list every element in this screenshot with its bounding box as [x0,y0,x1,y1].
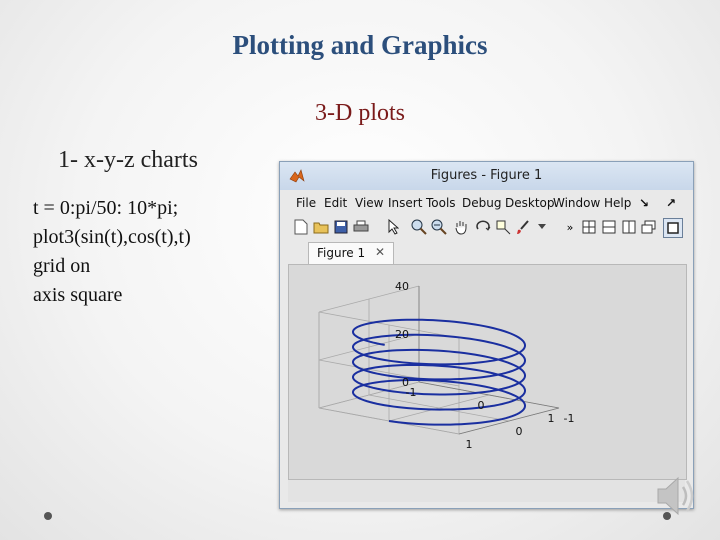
menu-file[interactable]: File [296,196,316,210]
tab-label: Figure 1 [317,246,366,260]
code-line: axis square [33,284,123,306]
menu-bar: File Edit View Insert Tools Debug Deskto… [280,193,693,213]
figure-window: Figures - Figure 1 File Edit View Insert… [279,161,694,509]
code-line: grid on [33,255,91,277]
zoom-in-icon[interactable] [410,218,428,236]
z-tick-label: 20 [395,328,409,341]
code-line: t = 0:pi/50: 10*pi; [33,197,179,219]
plot3-chart[interactable]: 02040-101 -101 [289,265,686,479]
slide-title: Plotting and Graphics [232,30,488,60]
tile-grid-icon[interactable] [580,218,598,236]
code-line: plot3(sin(t),cos(t),t) [33,226,191,248]
tab-figure-1[interactable]: Figure 1 ✕ [308,242,394,265]
x-tick-label: -1 [406,386,417,399]
plot-area: 0 20 40 -1 0 1 -1 0 1 [288,264,687,480]
x-tick-label: 0 [478,399,485,412]
menu-insert[interactable]: Insert [388,196,422,210]
brush-dropdown-icon[interactable] [536,218,548,236]
tile-horizontal-icon[interactable] [600,218,618,236]
x-tick-label: 1 [548,412,555,425]
data-cursor-icon[interactable] [494,218,512,236]
open-folder-icon[interactable] [312,218,330,236]
new-figure-icon[interactable] [292,218,310,236]
zoom-out-icon[interactable] [430,218,448,236]
y-tick-label: 0 [516,425,523,438]
figure-toolbar: » [280,215,693,240]
slide-bullet-dot [44,512,52,520]
pan-hand-icon[interactable] [452,218,470,236]
helix-series-line [351,318,527,426]
dock-arrow-icon[interactable]: ↘ [639,196,649,210]
float-window-icon[interactable] [640,218,658,236]
slide-subtitle: 3-D plots [315,100,405,126]
menu-window[interactable]: Window [553,196,600,210]
pointer-arrow-icon[interactable] [384,218,402,236]
code-block: t = 0:pi/50: 10*pi; plot3(sin(t),cos(t),… [33,194,191,310]
menu-debug[interactable]: Debug [462,196,501,210]
figure-tab-bar: Figure 1 ✕ [288,242,685,265]
y-tick-label: -1 [564,412,575,425]
maximize-tab-icon[interactable] [663,218,683,238]
z-tick-label: 40 [395,280,409,293]
menu-view[interactable]: View [355,196,383,210]
save-icon[interactable] [332,218,350,236]
close-icon[interactable]: ✕ [375,245,385,259]
brush-icon[interactable] [514,218,532,236]
menu-desktop[interactable]: Desktop [505,196,555,210]
tile-vertical-icon[interactable] [620,218,638,236]
rotate-3d-icon[interactable] [474,218,492,236]
grid-line [368,394,510,422]
status-bar [288,480,685,502]
section-heading: 1- x-y-z charts [58,147,198,173]
print-icon[interactable] [352,218,370,236]
axis-line [458,407,560,435]
y-tick-label: 1 [466,438,473,451]
window-titlebar[interactable]: Figures - Figure 1 [280,162,693,190]
window-title: Figures - Figure 1 [430,168,543,183]
menu-tools[interactable]: Tools [426,196,456,210]
toolbar-overflow-icon[interactable]: » [564,218,576,236]
speaker-icon[interactable] [650,470,700,522]
help-arrow-icon[interactable]: ↗ [666,196,676,210]
menu-help[interactable]: Help [604,196,631,210]
menu-edit[interactable]: Edit [324,196,347,210]
